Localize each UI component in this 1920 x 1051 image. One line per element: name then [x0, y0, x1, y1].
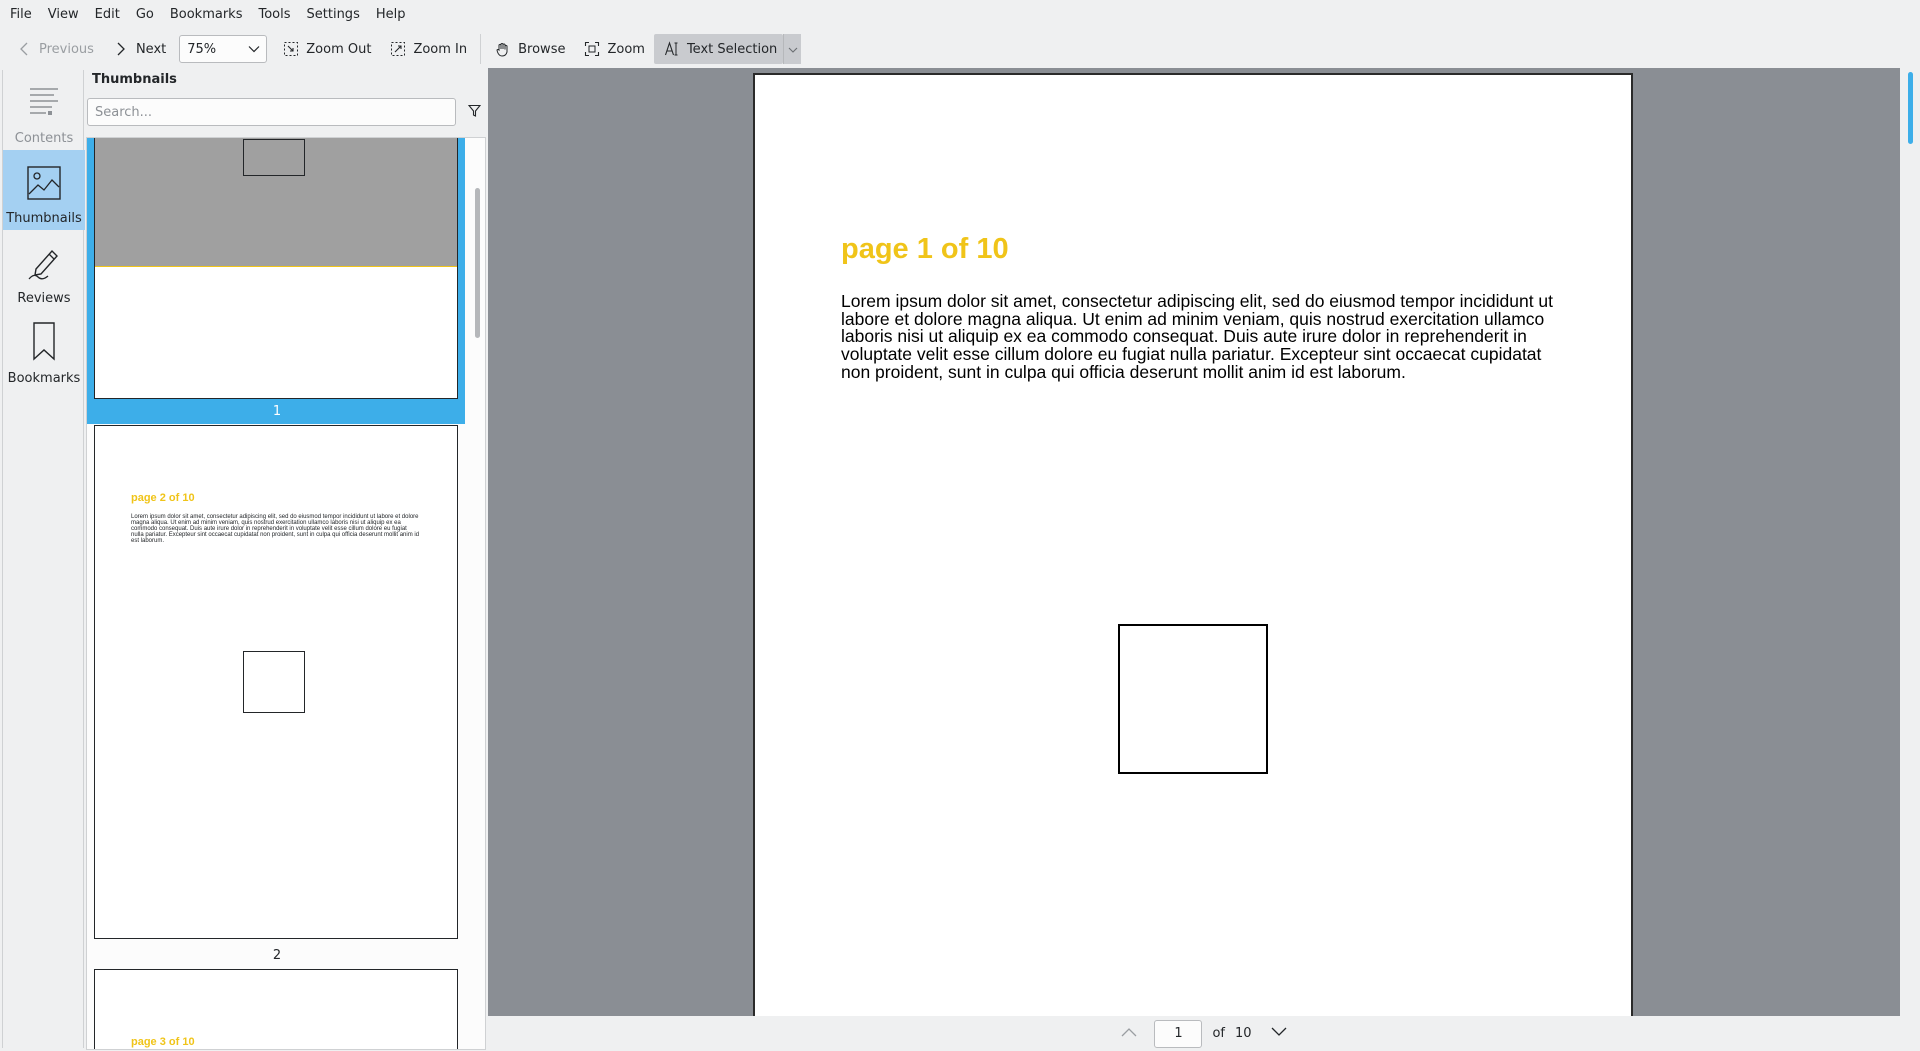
thumbnail-title: page 2 of 10: [131, 492, 195, 504]
sidebar-item-label: Reviews: [17, 291, 71, 306]
thumbnail-page-1[interactable]: [94, 138, 458, 399]
zoom-value: 75%: [187, 41, 217, 57]
chevron-down-icon: [788, 42, 798, 57]
main-toolbar: Previous Next 75% Zoom Out Zoom In Brows…: [0, 31, 1920, 67]
previous-label: Previous: [39, 41, 94, 57]
previous-button[interactable]: Previous: [6, 34, 103, 64]
thumbnail-page-number: 2: [272, 948, 282, 963]
scrollbar-handle[interactable]: [1908, 72, 1913, 144]
menu-tools[interactable]: Tools: [250, 0, 298, 30]
zoom-tool-button[interactable]: Zoom: [574, 34, 653, 64]
zoom-in-icon: [389, 40, 407, 58]
page-of-label: of: [1212, 1026, 1225, 1041]
zoom-select[interactable]: 75%: [179, 35, 268, 63]
chevron-down-icon: [1271, 1026, 1287, 1041]
text-selection-label: Text Selection: [686, 41, 778, 57]
text-selection-icon: [663, 40, 681, 58]
current-page: 1: [1174, 1026, 1183, 1041]
sidebar-item-reviews[interactable]: Reviews: [3, 230, 85, 310]
chevron-up-icon: [1121, 1026, 1137, 1041]
zoom-in-button[interactable]: Zoom In: [380, 34, 476, 64]
menu-go[interactable]: Go: [128, 0, 162, 30]
text-selection-menu-button[interactable]: [783, 34, 802, 64]
page-navigation-bar: 1 of 10: [488, 1016, 1920, 1051]
thumbnail-text: Lorem ipsum dolor sit amet, consectetur …: [131, 514, 420, 544]
reviews-icon: [26, 245, 62, 285]
bookmarks-icon: [26, 321, 62, 365]
chevron-down-icon: [248, 42, 260, 57]
thumbnail-title: page 3 of 10: [131, 1036, 195, 1048]
menu-edit[interactable]: Edit: [87, 0, 128, 30]
side-navigation: Contents Thumbnails Reviews Bookmarks: [2, 70, 85, 1048]
page-square-shape: [1118, 624, 1268, 774]
previous-page-button[interactable]: [1114, 1019, 1144, 1049]
panel-title: Thumbnails: [92, 72, 177, 87]
document-page: page 1 of 10 Lorem ipsum dolor sit amet,…: [753, 73, 1633, 1016]
filter-button[interactable]: [463, 101, 485, 123]
sidebar-item-label: Bookmarks: [7, 371, 81, 386]
sidebar-item-label: Contents: [14, 131, 74, 146]
document-view[interactable]: page 1 of 10 Lorem ipsum dolor sit amet,…: [488, 68, 1900, 1016]
next-page-button[interactable]: [1264, 1019, 1294, 1049]
menu-bookmarks[interactable]: Bookmarks: [162, 0, 251, 30]
thumbnail-box: [243, 139, 305, 176]
browse-button[interactable]: Browse: [485, 34, 574, 64]
page-number-input[interactable]: 1: [1154, 1019, 1203, 1048]
thumbnail-search-input[interactable]: Search...: [87, 98, 456, 126]
contents-icon: [26, 85, 62, 125]
zoom-tool-icon: [583, 40, 601, 58]
thumbnail-page-2[interactable]: page 2 of 10 Lorem ipsum dolor sit amet,…: [94, 425, 458, 939]
thumbnail-box: [243, 651, 305, 713]
menu-file[interactable]: File: [2, 0, 40, 30]
zoom-out-button[interactable]: Zoom Out: [273, 34, 380, 64]
chevron-right-icon: [112, 40, 130, 58]
thumbnail-page-3[interactable]: page 3 of 10: [94, 969, 458, 1049]
scrollbar-handle[interactable]: [475, 188, 480, 338]
thumbnail-scrollbar[interactable]: [471, 138, 485, 1049]
filter-icon: [467, 104, 481, 121]
menu-help[interactable]: Help: [368, 0, 414, 30]
thumbnail-page-number: 1: [272, 404, 282, 419]
thumbnail-list[interactable]: 1 page 2 of 10 Lorem ipsum dolor sit ame…: [86, 137, 486, 1050]
browse-label: Browse: [518, 41, 566, 57]
zoom-tool-label: Zoom: [607, 41, 645, 57]
toolbar-separator: [480, 34, 482, 64]
hand-icon: [494, 40, 512, 58]
document-scrollbar[interactable]: [1900, 68, 1920, 1016]
sidebar-item-bookmarks[interactable]: Bookmarks: [3, 310, 85, 390]
zoom-out-label: Zoom Out: [306, 41, 372, 57]
page-body-text: Lorem ipsum dolor sit amet, consectetur …: [841, 291, 1554, 382]
text-selection-button[interactable]: Text Selection: [653, 34, 784, 64]
page-heading: page 1 of 10: [841, 233, 1009, 265]
chevron-left-icon: [15, 40, 33, 58]
sidebar-item-thumbnails[interactable]: Thumbnails: [3, 150, 85, 230]
search-placeholder: Search...: [95, 104, 153, 120]
next-button[interactable]: Next: [103, 34, 175, 64]
zoom-in-label: Zoom In: [413, 41, 468, 57]
sidebar-item-contents[interactable]: Contents: [3, 70, 85, 150]
zoom-out-icon: [282, 40, 300, 58]
sidebar-item-label: Thumbnails: [6, 211, 82, 226]
menu-settings[interactable]: Settings: [299, 0, 368, 30]
next-label: Next: [135, 41, 167, 57]
thumbnails-icon: [26, 165, 62, 205]
menubar: File View Edit Go Bookmarks Tools Settin…: [0, 0, 1920, 30]
total-pages: 10: [1234, 1026, 1252, 1041]
menu-view[interactable]: View: [40, 0, 87, 30]
thumbnails-panel: Thumbnails Search... 1 page 2 of 10 Lore…: [86, 68, 486, 1051]
